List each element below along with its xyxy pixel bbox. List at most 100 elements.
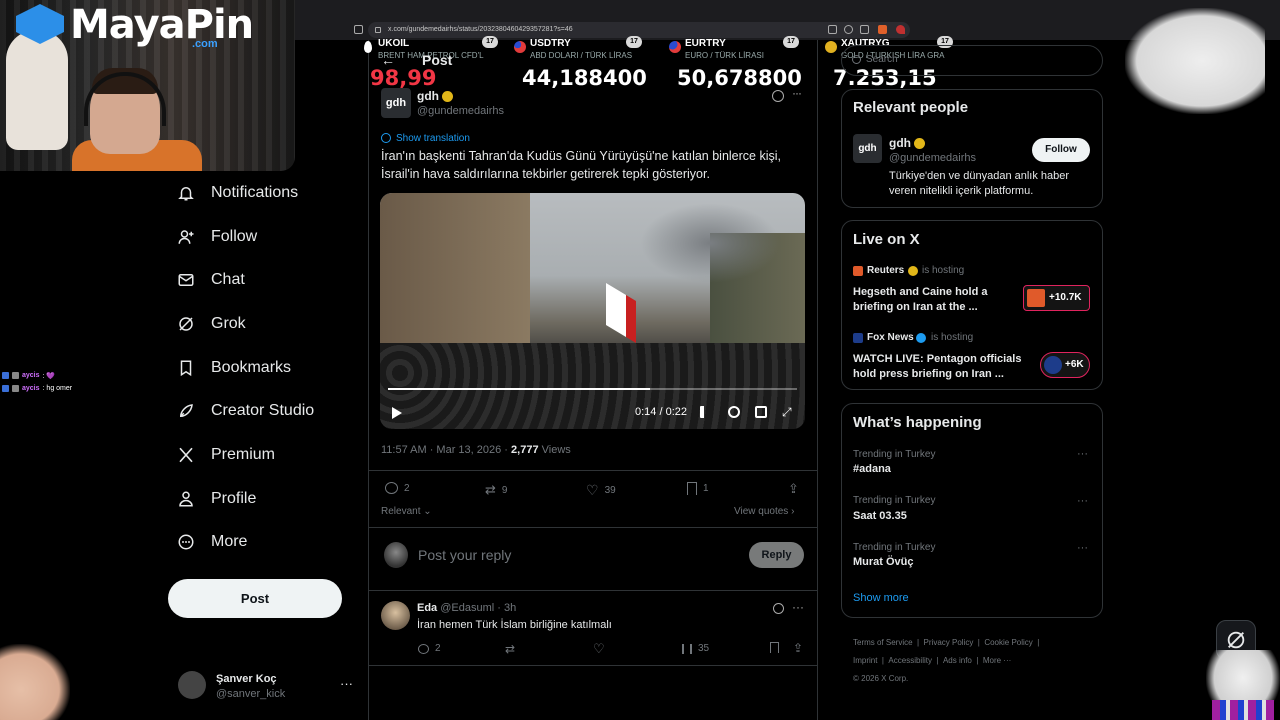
nav-label: Profile [211, 490, 257, 507]
footer-link-more[interactable]: More ··· [983, 656, 1011, 665]
tweet-timestamp[interactable]: 11:57 AM · Mar 13, 2026 · 2,777 Views [381, 444, 571, 456]
bookmark-icon [176, 358, 196, 378]
relevant-name[interactable]: gdh [889, 136, 925, 150]
cat-overlay-image [1206, 650, 1280, 720]
tweet-video[interactable]: 0:14 / 0:22 ⤢ [380, 193, 805, 429]
reply-author-name[interactable]: Eda [417, 602, 437, 614]
ticker-price: 44,188400 [522, 66, 647, 90]
settings-icon[interactable] [728, 406, 740, 418]
repost-button[interactable]: ⇄ 9 [485, 482, 507, 498]
footer-link-privacy[interactable]: Privacy Policy [924, 638, 974, 647]
reply-author-handle[interactable]: @Edasuml [440, 602, 494, 614]
reply-avatar[interactable] [381, 601, 410, 630]
reply-like-button[interactable]: ♡ [593, 641, 605, 657]
reply-input[interactable]: Post your reply [418, 547, 511, 563]
more-icon: ··· [340, 676, 353, 691]
reply-time[interactable]: · 3h [497, 602, 516, 614]
post-button[interactable]: Post [168, 579, 342, 618]
nav-grok[interactable]: Grok [176, 309, 246, 339]
footer-link-accessibility[interactable]: Accessibility [888, 656, 932, 665]
share-button[interactable]: ⇪ [788, 481, 799, 497]
reply-repost-button[interactable]: ⇄ [505, 642, 515, 656]
search-icon [852, 55, 861, 64]
reply-reply-button[interactable]: 2 [418, 643, 441, 654]
verified-blue-icon [916, 333, 926, 343]
sort-dropdown[interactable]: Relevant ⌄ [381, 506, 432, 517]
video-building-left [380, 193, 530, 343]
reply-bookmark-button[interactable] [770, 642, 779, 653]
footer-link-imprint[interactable]: Imprint [853, 656, 877, 665]
reply-reply-count: 2 [435, 643, 441, 654]
video-time: 0:14 / 0:22 [635, 406, 687, 418]
relevant-name-text: gdh [889, 136, 911, 150]
view-quotes-label: View quotes [734, 506, 789, 517]
footer-link-cookie[interactable]: Cookie Policy [984, 638, 1032, 647]
tweet-author-handle[interactable]: @gundemedairhs [417, 105, 504, 117]
follow-button[interactable]: Follow [1032, 138, 1090, 162]
reply-header: Eda @Edasuml · 3h [417, 602, 516, 614]
bookmark-page-icon[interactable] [354, 25, 363, 34]
back-arrow-icon[interactable]: ← [381, 52, 395, 68]
video-progress-track[interactable] [388, 388, 797, 390]
trend-context: Trending in Turkey [853, 542, 936, 553]
search-box[interactable]: Search [841, 45, 1103, 76]
live-badge[interactable]: +6K [1040, 352, 1090, 378]
nav-notifications[interactable]: Notifications [176, 178, 298, 208]
rewards-icon[interactable] [896, 25, 905, 34]
reply-submit-button[interactable]: Reply [749, 542, 804, 568]
trend-more-icon[interactable]: ··· [1077, 495, 1088, 507]
nav-creator-studio[interactable]: Creator Studio [176, 396, 314, 426]
reply-views-button[interactable]: 35 [682, 643, 709, 654]
divider [368, 590, 818, 591]
nav-premium[interactable]: Premium [176, 440, 275, 470]
reader-icon[interactable] [828, 25, 837, 34]
like-button[interactable]: ♡ 39 [586, 482, 616, 499]
live-listener-count: +6K [1065, 359, 1084, 370]
nav-label: Follow [211, 228, 258, 245]
like-count: 39 [604, 485, 616, 496]
bookmark-button[interactable]: 1 [687, 482, 709, 495]
grok-explain-icon[interactable] [772, 90, 784, 102]
nav-label: Notifications [211, 184, 299, 201]
trend-more-icon[interactable]: ··· [1077, 542, 1088, 554]
live-title-line-2: hold press briefing on Iran ... [853, 368, 1004, 380]
views-label: Views [541, 444, 571, 456]
play-icon[interactable] [392, 407, 402, 419]
brave-shield-icon[interactable] [878, 25, 887, 34]
footer-link-terms[interactable]: Terms of Service [853, 638, 913, 647]
footer-link-ads[interactable]: Ads info [943, 656, 972, 665]
chat-badge-icon [12, 372, 19, 379]
tweet-avatar[interactable]: gdh [381, 88, 411, 118]
grok-explain-icon[interactable] [773, 603, 784, 614]
fullscreen-icon[interactable]: ⤢ [782, 405, 792, 420]
footer-links: Terms of Service | Privacy Policy | Cook… [853, 634, 1093, 688]
zoom-icon[interactable] [844, 25, 853, 34]
hand-overlay-image [0, 644, 70, 720]
nav-label: Grok [211, 315, 246, 332]
nav-chat[interactable]: Chat [176, 265, 245, 295]
chat-message: aycis : 💜 [2, 369, 72, 382]
nav-follow[interactable]: Follow [176, 222, 257, 252]
composer-avatar[interactable] [384, 542, 408, 568]
view-quotes-link[interactable]: View quotes › [734, 506, 794, 517]
reply-share-button[interactable]: ⇪ [793, 641, 803, 655]
reply-more-icon[interactable]: ··· [792, 600, 804, 614]
nav-more[interactable]: More [176, 527, 247, 557]
tweet-more-icon[interactable]: ··· [792, 86, 802, 100]
live-badge[interactable]: +10.7K [1023, 285, 1090, 311]
mail-icon [176, 270, 196, 290]
tweet-author-name[interactable]: gdh [417, 89, 453, 103]
share-icon[interactable] [860, 25, 869, 34]
relevant-avatar[interactable]: gdh [853, 134, 882, 163]
account-switcher[interactable]: Şanver Koç @sanver_kick ··· [176, 667, 356, 707]
trend-more-icon[interactable]: ··· [1077, 448, 1088, 460]
show-more-link[interactable]: Show more [853, 592, 909, 604]
relevant-handle[interactable]: @gundemedairhs [889, 152, 976, 164]
reply-button[interactable]: 2 [385, 482, 410, 494]
show-translation-link[interactable]: Show translation [396, 133, 470, 144]
pip-icon[interactable] [755, 406, 767, 418]
nav-bookmarks[interactable]: Bookmarks [176, 353, 291, 383]
volume-icon[interactable] [700, 406, 712, 418]
nav-profile[interactable]: Profile [176, 484, 256, 514]
ticker-symbol: USDTRY [530, 38, 571, 49]
